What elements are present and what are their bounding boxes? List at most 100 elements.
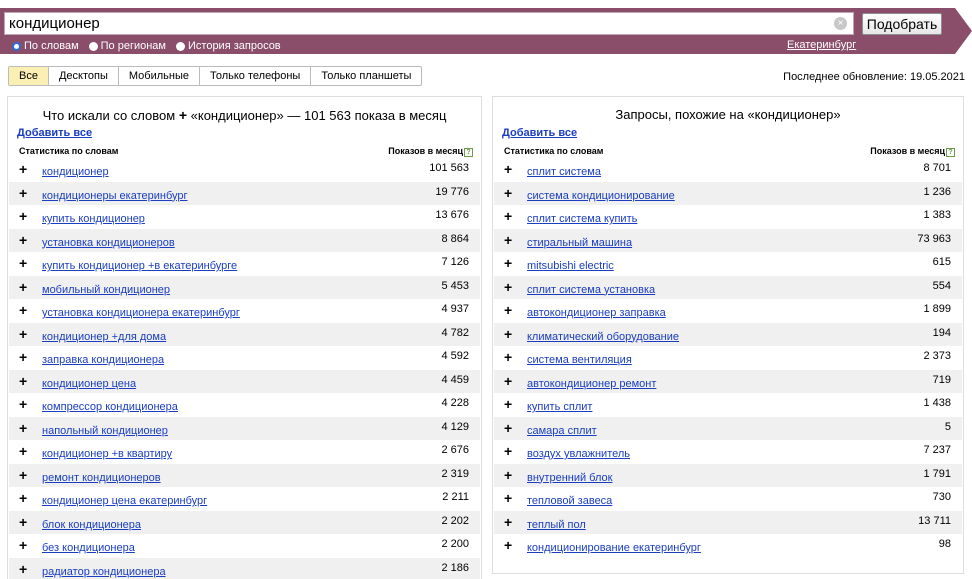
- add-keyword-icon[interactable]: +: [19, 279, 27, 295]
- region-link[interactable]: Екатеринбург: [787, 39, 856, 51]
- keyword-link[interactable]: сплит система: [527, 166, 601, 178]
- add-all-link[interactable]: Добавить все: [502, 127, 577, 139]
- keyword-link[interactable]: сплит система купить: [527, 213, 637, 225]
- add-keyword-icon[interactable]: +: [504, 326, 512, 342]
- keyword-link[interactable]: купить кондиционер: [42, 213, 145, 225]
- impressions-count: 730: [932, 491, 951, 503]
- add-keyword-icon[interactable]: +: [504, 185, 512, 201]
- add-keyword-icon[interactable]: +: [19, 537, 27, 553]
- keyword-link[interactable]: внутренний блок: [527, 472, 612, 484]
- add-keyword-icon[interactable]: +: [19, 373, 27, 389]
- add-keyword-icon[interactable]: +: [19, 232, 27, 248]
- add-keyword-icon[interactable]: +: [504, 420, 512, 436]
- help-icon[interactable]: ?: [464, 148, 473, 157]
- radio-icon[interactable]: [176, 41, 185, 51]
- keyword-link[interactable]: ремонт кондиционеров: [42, 472, 161, 484]
- table-row: + блок кондиционера 2 202: [9, 510, 480, 534]
- keyword-link[interactable]: установка кондиционера екатеринбург: [42, 307, 240, 319]
- keyword-link[interactable]: теплый пол: [527, 519, 586, 531]
- keyword-link[interactable]: автокондиционер заправка: [527, 307, 666, 319]
- plus-icon[interactable]: +: [179, 107, 187, 123]
- add-keyword-icon[interactable]: +: [504, 443, 512, 459]
- keyword-link[interactable]: заправка кондиционера: [42, 354, 164, 366]
- add-keyword-icon[interactable]: +: [504, 208, 512, 224]
- add-keyword-icon[interactable]: +: [504, 279, 512, 295]
- keyword-link[interactable]: сплит система установка: [527, 284, 655, 296]
- keyword-link[interactable]: кондиционер: [42, 166, 109, 178]
- add-keyword-icon[interactable]: +: [19, 185, 27, 201]
- add-keyword-icon[interactable]: +: [19, 443, 27, 459]
- add-keyword-icon[interactable]: +: [19, 420, 27, 436]
- impressions-count: 4 459: [441, 373, 469, 386]
- add-all-link[interactable]: Добавить все: [17, 127, 92, 139]
- add-keyword-icon[interactable]: +: [504, 514, 512, 530]
- keyword-link[interactable]: тепловой завеса: [527, 495, 612, 507]
- add-keyword-icon[interactable]: +: [19, 302, 27, 318]
- keyword-link[interactable]: система кондиционирование: [527, 190, 675, 202]
- add-keyword-icon[interactable]: +: [19, 561, 27, 577]
- add-keyword-icon[interactable]: +: [19, 208, 27, 224]
- search-input[interactable]: [9, 14, 809, 33]
- radio-selected-icon[interactable]: [12, 41, 21, 51]
- add-keyword-icon[interactable]: +: [504, 255, 512, 271]
- mode-by-regions[interactable]: По регионам: [88, 39, 166, 53]
- keyword-link[interactable]: кондиционер +в квартиру: [42, 448, 172, 460]
- add-keyword-icon[interactable]: +: [19, 490, 27, 506]
- add-keyword-icon[interactable]: +: [19, 467, 27, 483]
- add-keyword-icon[interactable]: +: [19, 161, 27, 177]
- keyword-link[interactable]: без кондиционера: [42, 542, 135, 554]
- add-keyword-icon[interactable]: +: [19, 255, 27, 271]
- impressions-count: 19 776: [435, 185, 469, 198]
- tab-all[interactable]: Все: [9, 67, 49, 85]
- keyword-link[interactable]: компрессор кондиционера: [42, 401, 178, 413]
- add-keyword-icon[interactable]: +: [504, 490, 512, 506]
- add-keyword-icon[interactable]: +: [504, 537, 512, 553]
- keyword-link[interactable]: мобильный кондиционер: [42, 284, 170, 296]
- tab-phones-only[interactable]: Только телефоны: [200, 67, 312, 85]
- keyword-link[interactable]: mitsubishi electric: [527, 260, 614, 272]
- keyword-link[interactable]: напольный кондиционер: [42, 425, 168, 437]
- keyword-link[interactable]: кондиционирование екатеринбург: [527, 542, 701, 554]
- add-keyword-icon[interactable]: +: [504, 232, 512, 248]
- keyword-link[interactable]: радиатор кондиционера: [42, 566, 166, 578]
- keyword-link[interactable]: воздух увлажнитель: [527, 448, 630, 460]
- keyword-link[interactable]: купить сплит: [527, 401, 592, 413]
- tab-mobile[interactable]: Мобильные: [119, 67, 200, 85]
- keyword-link[interactable]: система вентиляция: [527, 354, 632, 366]
- help-icon[interactable]: ?: [946, 148, 955, 157]
- add-keyword-icon[interactable]: +: [504, 161, 512, 177]
- add-keyword-icon[interactable]: +: [19, 349, 27, 365]
- keyword-link[interactable]: самара сплит: [527, 425, 597, 437]
- add-keyword-icon[interactable]: +: [504, 467, 512, 483]
- panel-title: Что искали со словом + «кондиционер» — 1…: [8, 107, 481, 123]
- keyword-link[interactable]: кондиционеры екатеринбург: [42, 190, 188, 202]
- add-keyword-icon[interactable]: +: [504, 302, 512, 318]
- add-keyword-icon[interactable]: +: [504, 349, 512, 365]
- keyword-link[interactable]: кондиционер цена екатеринбург: [42, 495, 207, 507]
- keyword-link[interactable]: автокондиционер ремонт: [527, 378, 656, 390]
- keyword-link[interactable]: кондиционер цена: [42, 378, 136, 390]
- mode-history[interactable]: История запросов: [176, 39, 281, 53]
- search-box[interactable]: ×: [4, 12, 854, 35]
- mode-by-words[interactable]: По словам: [12, 39, 79, 53]
- impressions-count: 194: [932, 326, 951, 339]
- radio-icon[interactable]: [88, 41, 98, 51]
- add-keyword-icon[interactable]: +: [19, 514, 27, 530]
- tab-tablets-only[interactable]: Только планшеты: [311, 67, 421, 85]
- table-row: + система кондиционирование 1 236: [494, 181, 962, 205]
- title-prefix: Что искали со словом: [42, 108, 176, 123]
- add-keyword-icon[interactable]: +: [504, 373, 512, 389]
- keyword-link[interactable]: купить кондиционер +в екатеринбурге: [42, 260, 237, 272]
- add-keyword-icon[interactable]: +: [19, 326, 27, 342]
- impressions-count: 4 782: [441, 326, 469, 339]
- keyword-link[interactable]: стиральный машина: [527, 237, 632, 249]
- tab-desktops[interactable]: Десктопы: [49, 67, 119, 85]
- add-keyword-icon[interactable]: +: [19, 396, 27, 412]
- pick-button[interactable]: Подобрать: [862, 13, 942, 35]
- keyword-link[interactable]: кондиционер +для дома: [42, 331, 166, 343]
- add-keyword-icon[interactable]: +: [504, 396, 512, 412]
- keyword-link[interactable]: климатический оборудование: [527, 331, 679, 343]
- keyword-link[interactable]: установка кондиционеров: [42, 237, 175, 249]
- keyword-link[interactable]: блок кондиционера: [42, 519, 141, 531]
- clear-icon[interactable]: ×: [834, 17, 847, 30]
